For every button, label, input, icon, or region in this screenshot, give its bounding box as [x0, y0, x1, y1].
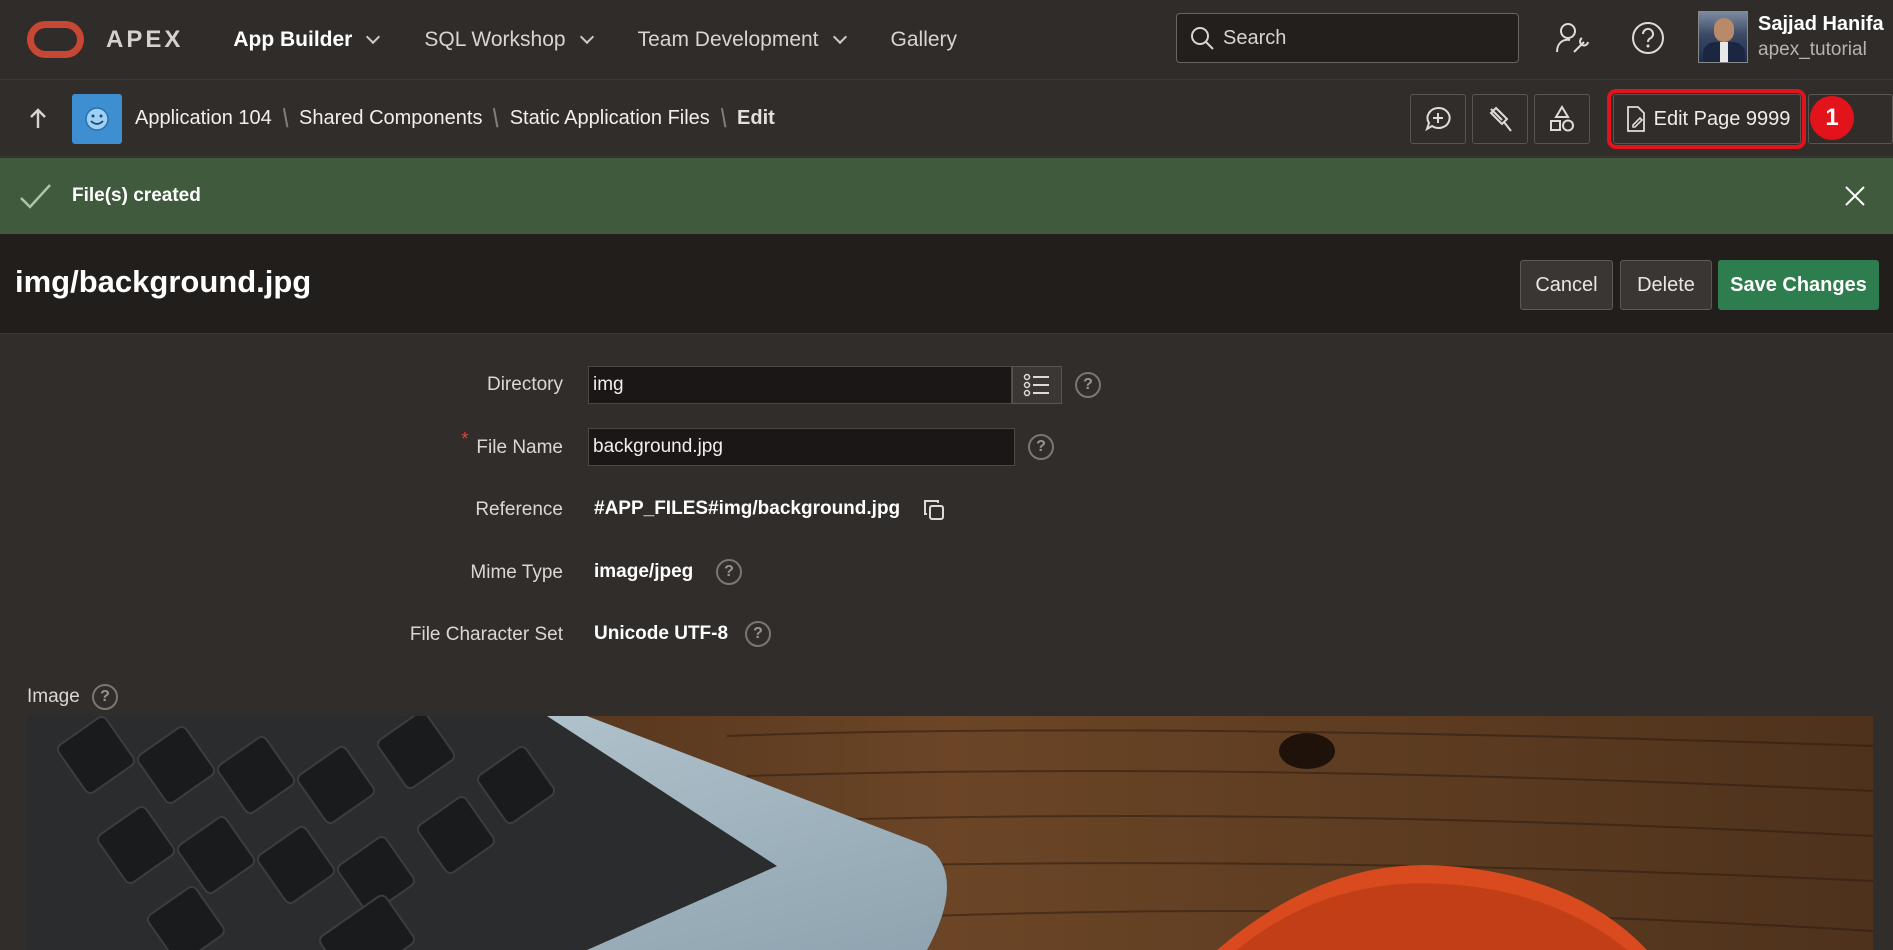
- help-icon[interactable]: ?: [92, 684, 118, 710]
- comment-add-icon: [1425, 106, 1451, 132]
- logo-text: APEX: [106, 25, 184, 53]
- list-icon: [1023, 373, 1049, 397]
- search-input[interactable]: [1223, 26, 1503, 50]
- menu-label: Team Development: [637, 27, 819, 51]
- pin-icon: [1489, 106, 1512, 132]
- help-icon[interactable]: ?: [1075, 372, 1101, 398]
- page-title: img/background.jpg: [15, 264, 312, 299]
- main-menu: App Builder SQL Workshop Team Developmen…: [233, 0, 1003, 80]
- help-icon[interactable]: [1628, 18, 1668, 58]
- chevron-down-icon: [832, 29, 847, 44]
- up-arrow-icon[interactable]: [26, 107, 50, 131]
- menu-sql-workshop[interactable]: SQL Workshop: [424, 27, 594, 52]
- charset-value: Unicode UTF-8: [594, 623, 729, 644]
- image-label: Image: [27, 686, 80, 707]
- page-title-bar: img/background.jpg Cancel Delete Save Ch…: [0, 234, 1893, 334]
- check-icon: [18, 179, 52, 213]
- user-name: Sajjad Hanifa: [1758, 13, 1884, 35]
- menu-label: App Builder: [233, 27, 353, 51]
- app-icon[interactable]: [72, 93, 122, 144]
- breadcrumb-application[interactable]: Application 104: [135, 107, 272, 130]
- chevron-down-icon: [366, 29, 381, 44]
- cancel-button[interactable]: Cancel: [1520, 260, 1613, 310]
- copy-icon[interactable]: [922, 498, 946, 522]
- directory-label: Directory: [486, 374, 563, 395]
- shapes-icon: [1550, 105, 1574, 132]
- menu-gallery[interactable]: Gallery: [891, 28, 958, 52]
- file-name-input[interactable]: [588, 428, 1015, 466]
- breadcrumb-separator: \: [718, 103, 729, 133]
- save-changes-button[interactable]: Save Changes: [1718, 260, 1879, 310]
- feedback-button[interactable]: [1410, 94, 1466, 144]
- oracle-logo-icon: [27, 21, 84, 58]
- mime-type-value: image/jpeg: [594, 561, 694, 582]
- reference-value: #APP_FILES#img/background.jpg: [594, 498, 901, 519]
- reference-label: Reference: [475, 499, 563, 520]
- breadcrumb-static-files[interactable]: Static Application Files: [510, 107, 710, 130]
- directory-list-button[interactable]: [1012, 366, 1062, 404]
- directory-input[interactable]: [588, 366, 1012, 404]
- menu-label: Gallery: [890, 27, 958, 51]
- delete-button[interactable]: Delete: [1620, 260, 1712, 310]
- menu-app-builder[interactable]: App Builder: [233, 27, 381, 52]
- annotation-highlight-box: [1607, 89, 1806, 149]
- shared-components-button[interactable]: [1534, 94, 1590, 144]
- team-dev-button[interactable]: [1472, 94, 1528, 144]
- help-icon[interactable]: ?: [716, 559, 742, 585]
- image-preview: [27, 716, 1873, 950]
- close-icon[interactable]: [1843, 184, 1867, 208]
- search-box[interactable]: [1176, 13, 1519, 63]
- success-message: File(s) created: [72, 185, 201, 206]
- menu-label: SQL Workshop: [424, 27, 566, 51]
- menu-team-development[interactable]: Team Development: [637, 27, 847, 52]
- help-icon[interactable]: ?: [1028, 434, 1054, 460]
- user-avatar: [1698, 11, 1748, 63]
- annotation-badge: 1: [1810, 96, 1854, 140]
- mime-type-label: Mime Type: [470, 562, 563, 583]
- required-indicator: *: [461, 429, 469, 449]
- chevron-down-icon: [579, 29, 594, 44]
- breadcrumb-separator: \: [491, 103, 502, 133]
- breadcrumb-separator: \: [280, 103, 291, 133]
- breadcrumb-shared-components[interactable]: Shared Components: [299, 107, 482, 130]
- success-message-region: File(s) created: [0, 158, 1893, 234]
- apex-logo[interactable]: APEX: [27, 21, 183, 58]
- admin-services-icon[interactable]: [1552, 18, 1592, 58]
- top-navigation: APEX App Builder SQL Workshop Team Devel…: [0, 0, 1893, 80]
- user-workspace: apex_tutorial: [1758, 39, 1867, 60]
- charset-label: File Character Set: [409, 624, 563, 645]
- help-icon[interactable]: ?: [745, 621, 771, 647]
- user-menu[interactable]: Sajjad Hanifa apex_tutorial: [1698, 11, 1884, 63]
- file-name-label: * File Name: [461, 429, 563, 458]
- breadcrumb-current: Edit: [737, 107, 775, 129]
- breadcrumb: Application 104 \ Shared Components \ St…: [135, 103, 775, 134]
- search-icon: [1191, 27, 1214, 50]
